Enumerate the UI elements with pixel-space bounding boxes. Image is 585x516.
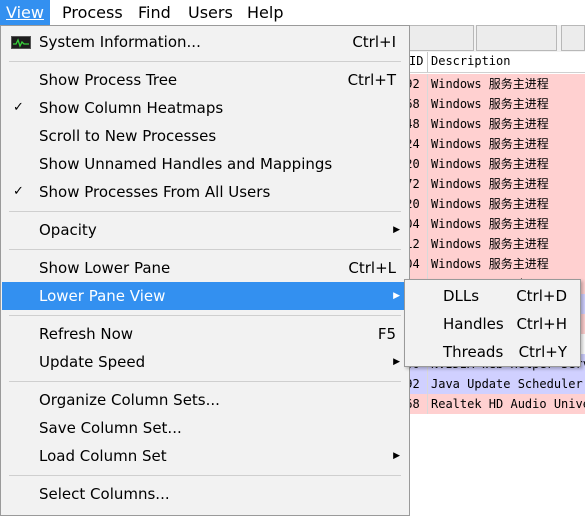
menu-item-opacity[interactable]: Opacity ▶: [2, 216, 408, 244]
menu-item-label: Opacity: [39, 221, 97, 239]
menu-item-label: Show Process Tree: [39, 71, 178, 89]
column-header-description[interactable]: Description: [431, 54, 510, 68]
menu-item-shortcut: Ctrl+T: [347, 71, 396, 89]
row-description: Windows 服务主进程: [431, 137, 549, 151]
menu-find[interactable]: Find: [132, 0, 178, 25]
menu-find-label: Find: [138, 3, 171, 22]
menu-item-save-column-set[interactable]: Save Column Set...: [2, 414, 408, 442]
menu-separator: [9, 475, 401, 476]
menu-item-label: Lower Pane View: [39, 287, 166, 305]
menu-item-label: Organize Column Sets...: [39, 391, 220, 409]
menu-item-system-information[interactable]: System Information... Ctrl+I: [2, 28, 408, 56]
menu-item-update-speed[interactable]: Update Speed ▶: [2, 348, 408, 376]
submenu-arrow-icon: ▶: [393, 225, 400, 235]
menu-item-shortcut: Ctrl+I: [352, 33, 396, 51]
menu-item-shortcut: Ctrl+L: [348, 259, 396, 277]
menu-separator: [9, 61, 401, 62]
row-description: Windows 服务主进程: [431, 177, 549, 191]
row-description: Windows 服务主进程: [431, 257, 549, 271]
menu-separator: [9, 315, 401, 316]
toolbar-graph-cpu[interactable]: [408, 25, 474, 51]
menu-item-label: Show Lower Pane: [39, 259, 171, 277]
menu-item-organize-column-sets[interactable]: Organize Column Sets...: [2, 386, 408, 414]
row-divider: [427, 174, 428, 194]
menu-item-shortcut: F5: [377, 325, 396, 343]
row-description: Windows 服务主进程: [431, 117, 549, 131]
submenu-arrow-icon: ▶: [393, 357, 400, 367]
row-description: Windows 服务主进程: [431, 77, 549, 91]
row-description: Realtek HD Audio Unive: [431, 397, 585, 411]
submenu-item-shortcut: Ctrl+Y: [518, 343, 567, 361]
submenu-item-label: Handles: [443, 315, 504, 333]
menu-bar: View Process Find Users Help: [0, 0, 585, 25]
row-divider: [427, 394, 428, 414]
row-divider: [427, 374, 428, 394]
menu-users-label: Users: [188, 3, 233, 22]
lower-pane-view-submenu: DLLs Ctrl+D Handles Ctrl+H Threads Ctrl+…: [404, 279, 581, 367]
submenu-item-shortcut: Ctrl+H: [516, 315, 567, 333]
submenu-arrow-icon: ▶: [393, 451, 400, 461]
menu-item-scroll-to-new-processes[interactable]: Scroll to New Processes: [2, 122, 408, 150]
row-description: Java Update Scheduler: [431, 377, 583, 391]
menu-separator: [9, 249, 401, 250]
menu-item-label: Update Speed: [39, 353, 146, 371]
view-menu: System Information... Ctrl+I Show Proces…: [0, 25, 410, 516]
menu-view-label: View: [6, 3, 44, 22]
menu-users[interactable]: Users: [182, 0, 240, 25]
column-divider[interactable]: [427, 52, 428, 72]
menu-item-label: System Information...: [39, 33, 201, 51]
menu-separator: [9, 381, 401, 382]
system-information-icon: [11, 36, 31, 49]
row-divider: [427, 154, 428, 174]
submenu-item-dlls[interactable]: DLLs Ctrl+D: [406, 282, 579, 310]
row-divider: [427, 74, 428, 94]
row-divider: [427, 134, 428, 154]
checkmark-icon: ✓: [13, 184, 24, 199]
row-description: Windows 服务主进程: [431, 97, 549, 111]
submenu-item-label: DLLs: [443, 287, 480, 305]
menu-help[interactable]: Help: [241, 0, 291, 25]
submenu-item-shortcut: Ctrl+D: [516, 287, 567, 305]
menu-item-label: Show Processes From All Users: [39, 183, 271, 201]
menu-item-show-process-tree[interactable]: Show Process Tree Ctrl+T: [2, 66, 408, 94]
menu-item-show-unnamed-handles[interactable]: Show Unnamed Handles and Mappings: [2, 150, 408, 178]
menu-item-load-column-set[interactable]: Load Column Set ▶: [2, 442, 408, 470]
submenu-item-label: Threads: [443, 343, 504, 361]
submenu-item-handles[interactable]: Handles Ctrl+H: [406, 310, 579, 338]
menu-view[interactable]: View: [0, 0, 50, 25]
menu-item-label: Show Unnamed Handles and Mappings: [39, 155, 333, 173]
menu-item-label: Save Column Set...: [39, 419, 182, 437]
menu-item-label: Refresh Now: [39, 325, 134, 343]
toolbar-graph-io[interactable]: [561, 25, 585, 51]
menu-item-show-lower-pane[interactable]: Show Lower Pane Ctrl+L: [2, 254, 408, 282]
menu-item-select-columns[interactable]: Select Columns...: [2, 480, 408, 508]
row-divider: [427, 234, 428, 254]
checkmark-icon: ✓: [13, 100, 24, 115]
column-header-pid[interactable]: ID: [409, 54, 423, 68]
menu-item-label: Scroll to New Processes: [39, 127, 217, 145]
row-divider: [427, 114, 428, 134]
row-divider: [427, 94, 428, 114]
menu-item-show-processes-all-users[interactable]: ✓ Show Processes From All Users: [2, 178, 408, 206]
menu-item-refresh-now[interactable]: Refresh Now F5: [2, 320, 408, 348]
menu-item-label: Load Column Set: [39, 447, 167, 465]
row-description: Windows 服务主进程: [431, 217, 549, 231]
menu-item-label: Select Columns...: [39, 485, 170, 503]
row-description: Windows 服务主进程: [431, 157, 549, 171]
menu-process[interactable]: Process: [56, 0, 126, 25]
menu-item-lower-pane-view[interactable]: Lower Pane View ▶: [2, 282, 408, 310]
menu-item-show-column-heatmaps[interactable]: ✓ Show Column Heatmaps: [2, 94, 408, 122]
row-divider: [427, 214, 428, 234]
submenu-item-threads[interactable]: Threads Ctrl+Y: [406, 338, 579, 366]
row-divider: [427, 254, 428, 274]
menu-help-label: Help: [247, 3, 284, 22]
submenu-arrow-icon: ▶: [393, 291, 400, 301]
row-description: Windows 服务主进程: [431, 197, 549, 211]
menu-process-label: Process: [62, 3, 123, 22]
toolbar-graph-memory[interactable]: [476, 25, 557, 51]
row-description: Windows 服务主进程: [431, 237, 549, 251]
menu-separator: [9, 211, 401, 212]
menu-item-label: Show Column Heatmaps: [39, 99, 224, 117]
row-divider: [427, 194, 428, 214]
